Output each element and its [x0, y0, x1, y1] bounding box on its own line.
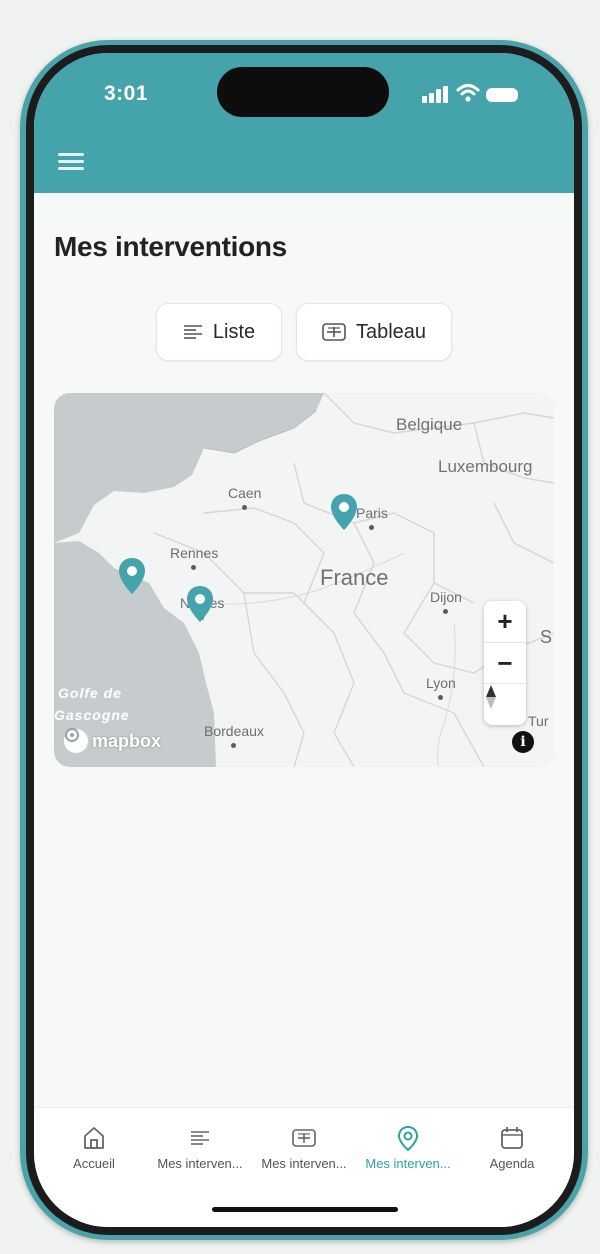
dynamic-island: [217, 67, 389, 117]
map-pin-icon[interactable]: [118, 557, 146, 595]
nav-item-interventions-table[interactable]: Mes interven...: [250, 1124, 358, 1184]
table-view-button[interactable]: Tableau: [296, 303, 452, 361]
map-label-bordeaux: Bordeaux: [204, 723, 264, 748]
map-label-golfe: Golfe de: [58, 685, 123, 701]
zoom-in-button[interactable]: +: [484, 601, 526, 642]
nav-item-interventions-list[interactable]: Mes interven...: [146, 1124, 254, 1184]
hamburger-menu-icon[interactable]: [58, 153, 84, 171]
compass-icon: [486, 685, 496, 709]
map-zoom-control: + −: [484, 601, 526, 725]
map-label-edge-s: S: [540, 627, 553, 647]
attribution-info-icon[interactable]: i: [512, 731, 534, 753]
map-label-dijon: Dijon: [430, 589, 462, 614]
nav-label-agenda: Agenda: [489, 1156, 535, 1171]
map-pin-icon[interactable]: [330, 493, 358, 531]
map-label-lyon: Lyon: [426, 675, 456, 700]
nav-item-agenda[interactable]: Agenda: [458, 1124, 566, 1184]
interventions-map[interactable]: Belgique Luxembourg Caen Paris Rennes Na…: [54, 393, 554, 767]
home-indicator[interactable]: [212, 1207, 398, 1212]
status-time: 3:01: [104, 82, 149, 105]
table-icon: [322, 323, 346, 341]
list-icon: [191, 1131, 209, 1145]
status-icons: [422, 83, 532, 107]
wifi-icon: [456, 84, 480, 102]
nav-item-interventions-map[interactable]: Mes interven...: [354, 1124, 462, 1184]
mapbox-logo-icon: [64, 728, 88, 753]
map-label-caen: Caen: [228, 485, 262, 510]
calendar-icon: [501, 1127, 523, 1149]
battery-icon: [486, 88, 518, 102]
map-label-rennes: Rennes: [170, 545, 219, 570]
nav-item-accueil[interactable]: Accueil: [40, 1124, 148, 1184]
map-label-luxembourg: Luxembourg: [438, 457, 533, 476]
map-label-edge-tur: Tur: [528, 713, 549, 729]
mapbox-logo-text: mapbox: [92, 730, 162, 751]
nav-label-accueil: Accueil: [73, 1156, 115, 1171]
home-icon: [84, 1127, 104, 1149]
table-view-label: Tableau: [355, 320, 427, 343]
map-pin-icon: [397, 1125, 419, 1152]
compass-button[interactable]: [484, 683, 526, 725]
nav-label-interventions-table: Mes interven...: [261, 1156, 347, 1171]
map-label-gascogne: Gascogne: [54, 707, 130, 723]
list-view-button[interactable]: Liste: [156, 303, 282, 361]
map-label-belgique: Belgique: [396, 415, 463, 434]
page-title: Mes interventions: [54, 231, 287, 262]
app-screen: 3:01 Mes interventions Liste Tableau Bel…: [34, 53, 574, 1227]
list-view-label: Liste: [212, 320, 256, 343]
table-icon: [292, 1129, 316, 1147]
top-app-bar: 3:01: [34, 53, 574, 193]
mapbox-logo[interactable]: mapbox: [64, 727, 161, 755]
map-pin-icon[interactable]: [186, 585, 214, 623]
nav-label-interventions-list: Mes interven...: [157, 1156, 243, 1171]
zoom-out-button[interactable]: −: [484, 642, 526, 684]
list-icon: [183, 325, 202, 339]
map-label-france: France: [320, 565, 389, 590]
nav-label-interventions-map: Mes interven...: [365, 1156, 451, 1171]
map-label-paris: Paris: [356, 505, 388, 530]
